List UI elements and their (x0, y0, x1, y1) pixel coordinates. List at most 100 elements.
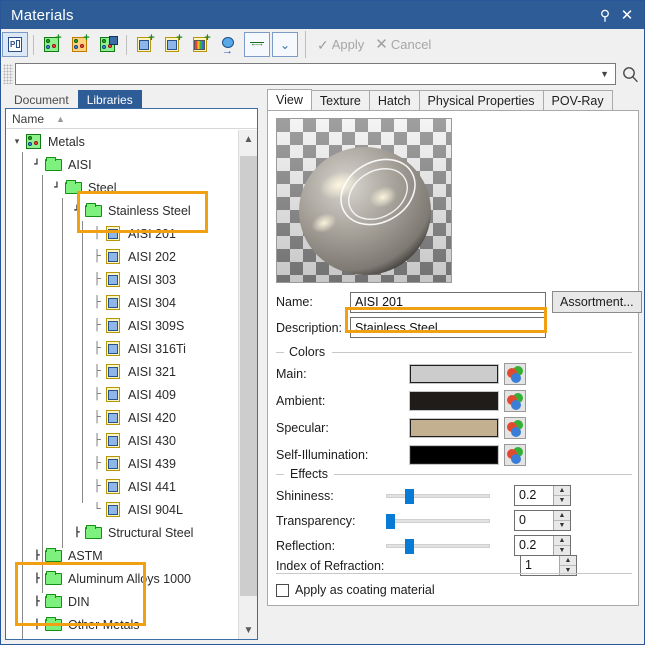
chevron-down-icon[interactable]: ▼ (600, 69, 615, 79)
search-combo[interactable]: ▼ (15, 63, 616, 85)
spinner-down-icon[interactable]: ▼ (554, 546, 570, 555)
spinner-down-icon[interactable]: ▼ (554, 521, 570, 530)
tree-scrollbar[interactable]: ▲ ▼ (238, 130, 257, 639)
collapse-toggle-icon[interactable]: ┣ (30, 549, 44, 563)
cancel-button[interactable]: ✕ Cancel (371, 37, 435, 52)
tree-item-steel[interactable]: ┛ Steel (6, 176, 239, 199)
close-icon[interactable]: ✕ (616, 3, 638, 27)
tree-item-other-metals[interactable]: ┣ Other Metals (6, 613, 239, 636)
tab-texture[interactable]: Texture (310, 90, 370, 111)
description-input[interactable] (350, 317, 546, 338)
color-picker-button[interactable] (504, 417, 526, 439)
effect-slider[interactable] (386, 487, 490, 505)
tree-item-astm[interactable]: ┣ ASTM (6, 544, 239, 567)
color-picker-button[interactable] (504, 444, 526, 466)
tree-rows-container: ▾ Metals ┛ AISI ┛ Steel ┛ Stainless Steel ├ AISI … (6, 130, 239, 639)
search-button[interactable] (616, 62, 644, 86)
download-material-button[interactable]: → (216, 32, 242, 57)
collapse-toggle-icon[interactable]: ┣ (30, 618, 44, 632)
tree-item-aisi-409[interactable]: ├ AISI 409 (6, 383, 239, 406)
tab-hatch[interactable]: Hatch (368, 90, 420, 111)
pin-icon[interactable]: ⚲ (594, 3, 616, 27)
duplicate-material-button[interactable]: + (160, 32, 186, 57)
color-swatch[interactable] (409, 364, 499, 384)
tree-item-stainless-steel[interactable]: ┛ Stainless Steel (6, 199, 239, 222)
material-plus-icon: + (135, 32, 155, 54)
color-swatch[interactable] (409, 391, 499, 411)
tab-physical-properties[interactable]: Physical Properties (418, 90, 544, 111)
spinner-up-icon[interactable]: ▲ (554, 486, 570, 496)
tab-libraries[interactable]: Libraries (77, 90, 142, 109)
slider-thumb[interactable] (405, 488, 414, 504)
tree-item-aisi-316ti[interactable]: ├ AISI 316Ti (6, 337, 239, 360)
tree-column-header[interactable]: Name ▲ (6, 109, 257, 129)
effect-spinner[interactable]: 0.2 ▲ ▼ (514, 535, 571, 556)
scrollbar-thumb[interactable] (240, 156, 257, 596)
color-swatch[interactable] (409, 418, 499, 438)
material-properties-button[interactable]: P (2, 32, 28, 57)
tree-item-aisi-439[interactable]: ├ AISI 439 (6, 452, 239, 475)
collapse-all-button[interactable]: ⌄ (272, 32, 298, 57)
expand-toggle-icon[interactable]: ┛ (50, 181, 64, 195)
expand-toggle-icon[interactable]: ▾ (10, 135, 24, 149)
slider-thumb[interactable] (386, 513, 395, 529)
tree-item-aisi-201[interactable]: ├ AISI 201 (6, 222, 239, 245)
search-input[interactable] (16, 65, 601, 83)
color-swatch[interactable] (409, 445, 499, 465)
tab-document[interactable]: Document (5, 90, 78, 109)
tree-item-pure-metals[interactable]: ┣Pure Metals (6, 636, 239, 639)
effect-value: 0.2 (519, 488, 537, 502)
library-tree-panel: Name ▲ ▾ Metals ┛ AISI ┛ Steel ┛ Stainless Stee… (5, 108, 258, 640)
apply-button[interactable]: ✓ Apply (313, 37, 368, 52)
tree-item-aisi-430[interactable]: ├ AISI 430 (6, 429, 239, 452)
scroll-up-icon[interactable]: ▲ (239, 130, 257, 149)
tree-item-aisi-441[interactable]: ├ AISI 441 (6, 475, 239, 498)
collapse-toggle-icon[interactable]: ┣ (30, 572, 44, 586)
effect-spinner[interactable]: 0.2 ▲ ▼ (514, 485, 571, 506)
tree-item-aisi-309s[interactable]: ├ AISI 309S (6, 314, 239, 337)
assortment-button[interactable]: Assortment... (552, 291, 642, 313)
tree-item-aisi-420[interactable]: ├ AISI 420 (6, 406, 239, 429)
spinner-down-icon[interactable]: ▼ (554, 496, 570, 505)
expand-toggle-icon[interactable]: ┛ (30, 158, 44, 172)
slider-thumb[interactable] (405, 538, 414, 554)
collapse-toggle-icon[interactable]: ┣ (30, 595, 44, 609)
tree-item-din[interactable]: ┣ DIN (6, 590, 239, 613)
new-catalog-button[interactable]: + (67, 32, 93, 57)
tree-item-aisi[interactable]: ┛ AISI (6, 153, 239, 176)
apply-to-selection-button[interactable]: ← → (244, 32, 270, 57)
coating-checkbox-row[interactable]: Apply as coating material (276, 583, 435, 597)
tree-item-metals[interactable]: ▾ Metals (6, 130, 239, 153)
save-library-button[interactable] (95, 32, 121, 57)
collapse-toggle-icon[interactable]: ┣ (70, 526, 84, 540)
spinner-up-icon[interactable]: ▲ (560, 556, 576, 566)
scroll-down-icon[interactable]: ▼ (239, 621, 257, 639)
expand-toggle-icon[interactable]: ┛ (70, 204, 84, 218)
tab-view[interactable]: View (267, 89, 312, 111)
tree-item-aisi-321[interactable]: ├ AISI 321 (6, 360, 239, 383)
effect-slider[interactable] (386, 537, 490, 555)
color-picker-button[interactable] (504, 390, 526, 412)
new-color-material-button[interactable]: + (188, 32, 214, 57)
new-library-button[interactable]: + (39, 32, 65, 57)
tab-pov-ray[interactable]: POV-Ray (542, 90, 613, 111)
color-picker-button[interactable] (504, 363, 526, 385)
spinner-up-icon[interactable]: ▲ (554, 536, 570, 546)
material-preview[interactable] (276, 118, 452, 283)
checkmark-icon: ✓ (317, 36, 329, 53)
description-row: Description: (276, 317, 546, 338)
effect-slider[interactable] (386, 512, 490, 530)
coating-checkbox[interactable] (276, 583, 289, 597)
tree-item-structural-steel[interactable]: ┣ Structural Steel (6, 521, 239, 544)
tree-item-aisi-304[interactable]: ├ AISI 304 (6, 291, 239, 314)
drag-grip[interactable] (3, 64, 13, 84)
tree-item-aisi-202[interactable]: ├ AISI 202 (6, 245, 239, 268)
tree-item-label: AISI 409 (128, 387, 176, 402)
name-input[interactable] (350, 291, 546, 313)
spinner-up-icon[interactable]: ▲ (554, 511, 570, 521)
tree-item-aisi-303[interactable]: ├ AISI 303 (6, 268, 239, 291)
tree-item-aluminum-alloys-1000[interactable]: ┣ Aluminum Alloys 1000 (6, 567, 239, 590)
new-material-button[interactable]: + (132, 32, 158, 57)
tree-item-aisi-904l[interactable]: └ AISI 904L (6, 498, 239, 521)
effect-spinner[interactable]: 0 ▲ ▼ (514, 510, 571, 531)
